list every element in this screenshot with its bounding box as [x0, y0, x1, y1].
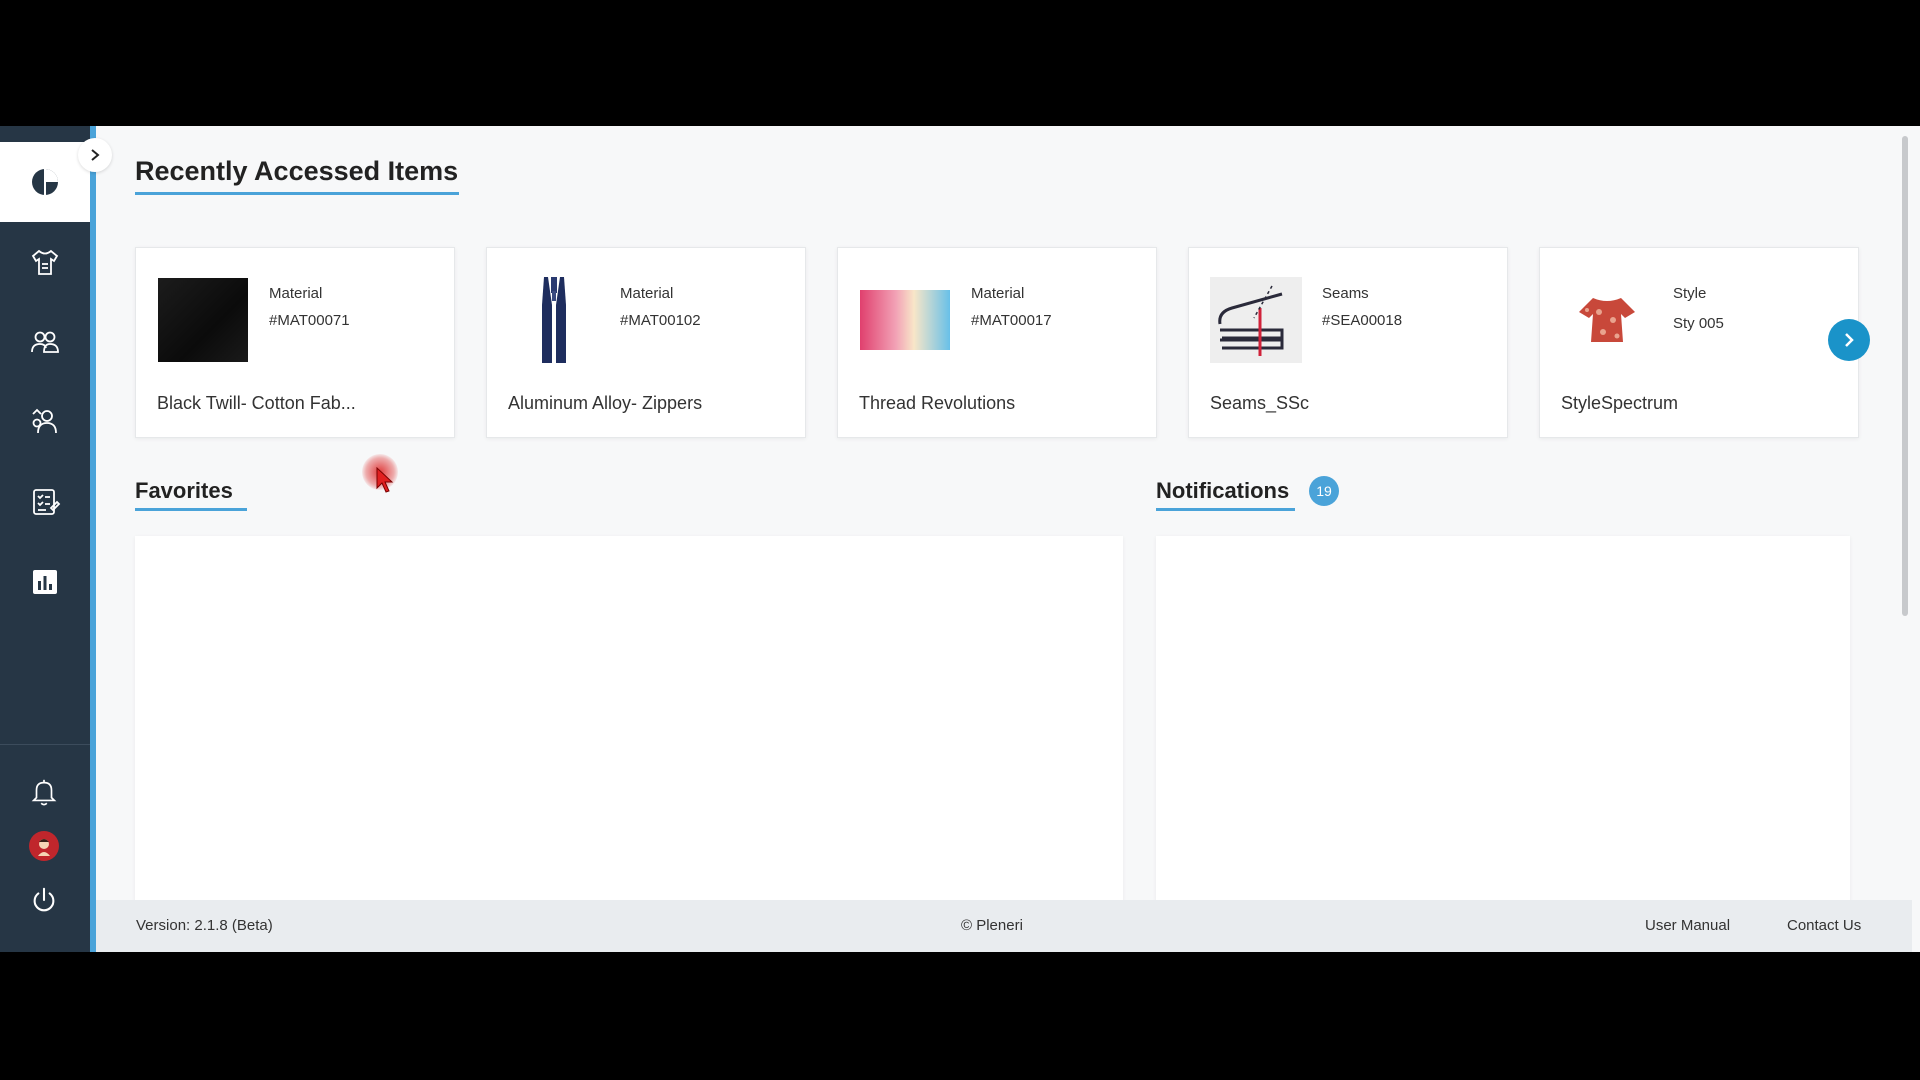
recent-item-card[interactable]: Material #MAT00102 Aluminum Alloy- Zippe…	[486, 247, 806, 438]
item-code: Sty 005	[1673, 315, 1724, 332]
recent-item-card[interactable]: Seams #SEA00018 Seams_SSc	[1188, 247, 1508, 438]
bar-chart-icon	[33, 570, 57, 594]
checklist-icon	[33, 489, 61, 515]
black-fabric-thumbnail	[157, 277, 249, 363]
item-type: Material	[620, 285, 674, 302]
recent-item-card[interactable]: Material #MAT00017 Thread Revolutions	[837, 247, 1157, 438]
item-type: Material	[971, 285, 1025, 302]
profile-avatar[interactable]	[22, 824, 66, 868]
nav-dashboard[interactable]	[0, 142, 90, 222]
app-window: Recently Accessed Items Material #MAT000…	[0, 126, 1920, 952]
recent-title-underline	[135, 192, 459, 195]
notifications-count-badge: 19	[1309, 476, 1339, 506]
favorites-title-underline	[135, 508, 247, 511]
footer: Version: 2.1.8 (Beta) © Pleneri User Man…	[96, 900, 1912, 952]
carousel-next-button[interactable]	[1828, 319, 1870, 361]
pie-chart-icon	[32, 169, 58, 195]
version-text: Version: 2.1.8 (Beta)	[136, 917, 273, 934]
favorites-title: Favorites	[135, 478, 233, 503]
item-code: #MAT00102	[620, 312, 701, 329]
gradient-swatch-thumbnail	[859, 277, 951, 363]
mouse-pointer-icon	[376, 467, 394, 493]
bell-icon	[31, 779, 57, 806]
notifications-panel	[1156, 536, 1850, 902]
logout-button[interactable]	[22, 878, 66, 922]
nav-styles[interactable]	[0, 222, 90, 302]
item-name: Seams_SSc	[1210, 393, 1310, 413]
main-content: Recently Accessed Items Material #MAT000…	[96, 126, 1912, 952]
users-icon	[31, 331, 59, 353]
chevron-right-icon	[1845, 333, 1854, 347]
contact-us-link[interactable]: Contact Us	[1787, 917, 1861, 934]
nav-reports[interactable]	[0, 542, 90, 622]
notifications-title-underline	[1156, 508, 1295, 511]
notifications-button[interactable]	[22, 770, 66, 814]
notifications-title: Notifications	[1156, 478, 1290, 503]
sidebar	[0, 126, 96, 952]
zipper-thumbnail	[508, 277, 600, 363]
item-name: StyleSpectrum	[1561, 393, 1679, 413]
power-icon	[33, 887, 55, 912]
recent-item-card[interactable]: Style Sty 005 StyleSpectrum	[1539, 247, 1859, 438]
nav-users[interactable]	[0, 302, 90, 382]
seam-diagram-thumbnail	[1210, 277, 1302, 363]
recent-items-title: Recently Accessed Items	[135, 156, 459, 186]
avatar-icon	[29, 831, 59, 861]
nav-team[interactable]	[0, 382, 90, 462]
nav-tasks[interactable]	[0, 462, 90, 542]
item-type: Seams	[1322, 285, 1369, 302]
item-code: #MAT00017	[971, 312, 1052, 329]
page-scrollbar[interactable]	[1902, 136, 1908, 616]
copyright-text: © Pleneri	[961, 917, 1023, 934]
user-manual-link[interactable]: User Manual	[1645, 917, 1730, 934]
item-name: Aluminum Alloy- Zippers	[508, 393, 703, 413]
floral-top-thumbnail	[1561, 277, 1653, 363]
item-code: #SEA00018	[1322, 312, 1403, 329]
item-type: Style	[1673, 285, 1707, 302]
sidebar-divider	[0, 744, 90, 745]
recent-item-card[interactable]: Material #MAT00071 Black Twill- Cotton F…	[135, 247, 455, 438]
garment-icon	[31, 249, 59, 275]
item-type: Material	[269, 285, 323, 302]
favorites-panel	[135, 536, 1123, 902]
item-code: #MAT00071	[269, 312, 350, 329]
item-name: Thread Revolutions	[859, 393, 1016, 413]
team-settings-icon	[32, 408, 57, 434]
item-name: Black Twill- Cotton Fab...	[157, 393, 356, 413]
